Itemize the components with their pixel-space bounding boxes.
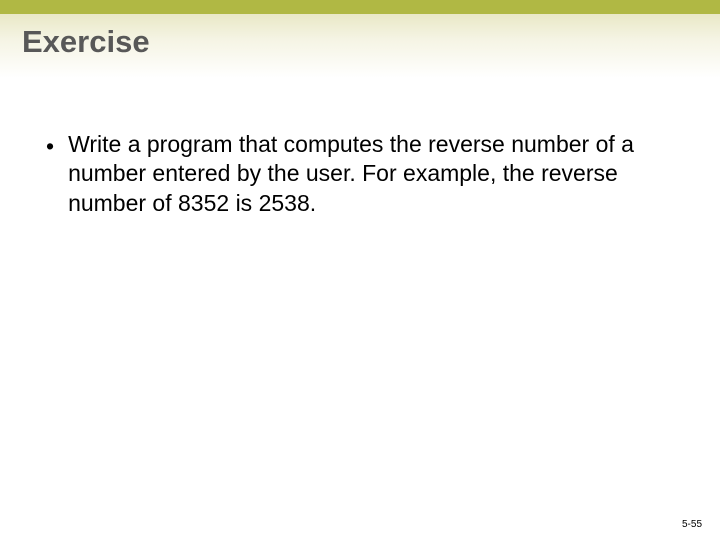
header: Exercise bbox=[0, 14, 720, 78]
content-area: • Write a program that computes the reve… bbox=[0, 78, 720, 218]
bullet-item: • Write a program that computes the reve… bbox=[46, 130, 660, 218]
body-text: Write a program that computes the revers… bbox=[68, 130, 660, 218]
bullet-glyph: • bbox=[46, 132, 54, 162]
page-number: 5-55 bbox=[682, 519, 702, 530]
accent-bar bbox=[0, 0, 720, 14]
slide-title: Exercise bbox=[22, 24, 720, 60]
